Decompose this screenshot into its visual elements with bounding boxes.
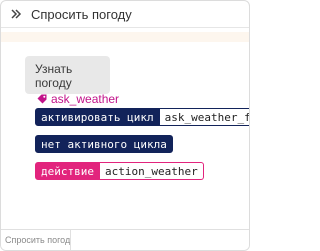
story-footer: Спросить погоду xyxy=(1,229,249,250)
story-card: Спросить погоду Узнать погоду ask_weathe… xyxy=(0,0,250,251)
step-value: action_weather xyxy=(99,162,204,180)
footer-tab[interactable]: Спросить погоду xyxy=(1,230,71,250)
tag-icon xyxy=(37,94,47,104)
story-title[interactable]: Спросить погоду xyxy=(31,7,132,22)
story-divider-strip xyxy=(1,32,249,42)
step-label: нет активного цикла xyxy=(35,135,173,153)
story-header: Спросить погоду xyxy=(1,1,249,28)
step-action[interactable]: действие action_weather xyxy=(35,162,204,180)
step-label: действие xyxy=(35,162,100,180)
intent-tag: ask_weather xyxy=(37,92,119,106)
step-value: ask_weather_form xyxy=(159,108,249,126)
intent-title: Узнать погоду xyxy=(35,62,73,90)
intent-block[interactable]: Узнать погоду ask_weather xyxy=(25,56,119,106)
step-no-active-loop[interactable]: нет активного цикла xyxy=(35,135,173,153)
double-chevron-right-icon[interactable] xyxy=(9,7,23,21)
step-label: активировать цикл xyxy=(35,108,160,126)
intent-tag-name: ask_weather xyxy=(51,92,120,106)
step-activate-loop[interactable]: активировать цикл ask_weather_form xyxy=(35,108,249,126)
